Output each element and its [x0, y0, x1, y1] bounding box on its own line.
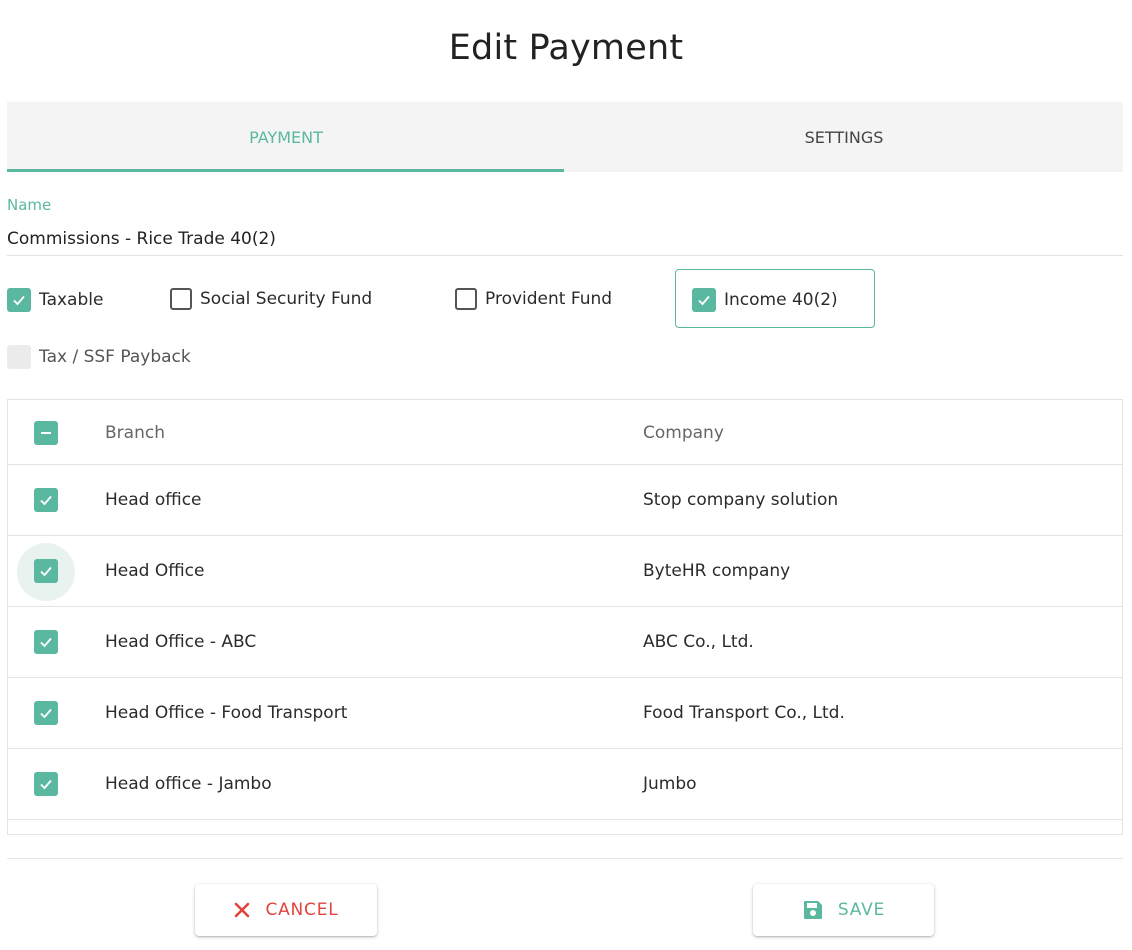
- checkbox-disabled-icon: [7, 345, 31, 369]
- check-icon: [7, 288, 31, 312]
- row-checkbox[interactable]: [34, 559, 58, 583]
- row-checkbox[interactable]: [34, 772, 58, 796]
- check-icon: [692, 288, 716, 312]
- table-row[interactable]: Head Office - Food Transport Food Transp…: [8, 678, 1122, 749]
- company-cell: Jumbo: [643, 774, 697, 794]
- branch-cell: Head office - Jambo: [105, 774, 272, 794]
- dialog-title: Edit Payment: [448, 28, 684, 68]
- name-label: Name: [7, 196, 52, 214]
- checkbox-empty-icon: [170, 288, 192, 310]
- tax-ssf-payback-label: Tax / SSF Payback: [39, 347, 191, 367]
- tab-payment[interactable]: PAYMENT: [7, 102, 565, 172]
- check-icon: [40, 566, 52, 577]
- checkbox-empty-icon: [455, 288, 477, 310]
- save-label: SAVE: [837, 900, 886, 920]
- branch-cell: Head Office: [105, 561, 205, 581]
- company-cell: ByteHR company: [643, 561, 791, 581]
- cancel-button[interactable]: CANCEL: [195, 884, 377, 936]
- table-row[interactable]: Head office Stop company solution: [8, 465, 1122, 536]
- branch-cell: Head office: [105, 490, 202, 510]
- close-icon: [233, 901, 251, 919]
- branch-cell: Head Office - Food Transport: [105, 703, 348, 723]
- provident-fund-checkbox[interactable]: Provident Fund: [455, 288, 612, 310]
- company-cell: Food Transport Co., Ltd.: [643, 703, 845, 723]
- company-column-header: Company: [643, 423, 724, 443]
- taxable-label: Taxable: [39, 290, 104, 310]
- tab-bar: PAYMENT SETTINGS: [7, 102, 1123, 172]
- social-security-fund-label: Social Security Fund: [200, 289, 373, 309]
- row-checkbox[interactable]: [34, 630, 58, 654]
- social-security-fund-checkbox[interactable]: Social Security Fund: [170, 288, 372, 310]
- company-cell: ABC Co., Ltd.: [643, 632, 754, 652]
- check-icon: [40, 495, 52, 506]
- branch-cell: Head Office - ABC: [105, 632, 257, 652]
- name-field[interactable]: [7, 222, 1123, 256]
- row-checkbox[interactable]: [34, 488, 58, 512]
- income-40-2-checkbox[interactable]: Income 40(2): [692, 288, 838, 312]
- check-icon: [40, 779, 52, 790]
- branch-column-header: Branch: [105, 423, 165, 443]
- table-row[interactable]: Head Office - ABC ABC Co., Ltd.: [8, 607, 1122, 678]
- footer-divider: [7, 858, 1123, 859]
- table-row[interactable]: Head Office ByteHR company: [8, 536, 1122, 607]
- table-row[interactable]: Head office - Jambo Jumbo: [8, 749, 1122, 820]
- taxable-checkbox[interactable]: Taxable: [7, 288, 103, 312]
- select-all-checkbox[interactable]: [34, 421, 58, 445]
- save-button[interactable]: SAVE: [753, 884, 934, 936]
- active-tab-indicator: [7, 169, 564, 172]
- table-header-row: Branch Company: [8, 400, 1122, 465]
- branch-company-table: Branch Company Head office Stop company …: [7, 399, 1123, 835]
- minus-icon: [41, 432, 51, 434]
- tab-settings[interactable]: SETTINGS: [565, 102, 1123, 172]
- check-icon: [40, 708, 52, 719]
- provident-fund-label: Provident Fund: [485, 289, 613, 309]
- cancel-label: CANCEL: [265, 900, 339, 920]
- row-checkbox[interactable]: [34, 701, 58, 725]
- income-40-2-label: Income 40(2): [724, 290, 838, 310]
- company-cell: Stop company solution: [643, 490, 839, 510]
- floppy-disk-icon: [802, 899, 824, 921]
- tax-ssf-payback-checkbox: Tax / SSF Payback: [7, 345, 191, 369]
- check-icon: [40, 637, 52, 648]
